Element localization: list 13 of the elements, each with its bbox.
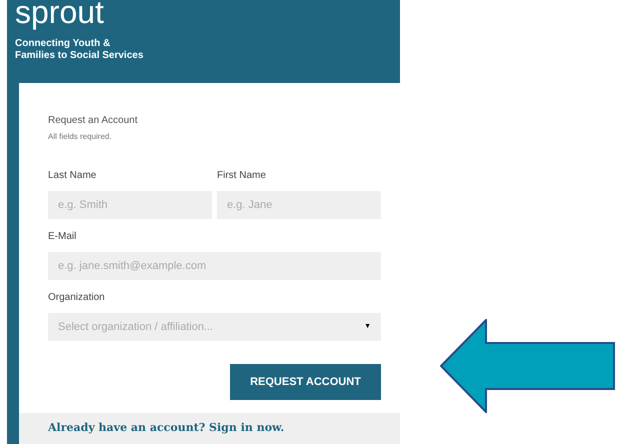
form-note: All fields required. <box>48 131 112 143</box>
field-label: E-Mail <box>48 230 76 244</box>
email-field[interactable]: e.g. jane.smith@example.com <box>48 252 381 280</box>
arrow-icon <box>440 319 616 413</box>
request-account-button[interactable]: REQUEST ACCOUNT <box>230 364 381 400</box>
field-label: Last Name <box>48 169 96 183</box>
logo: sprout <box>15 0 104 28</box>
input-field[interactable]: e.g. Jane <box>217 191 381 219</box>
tagline: Connecting Youth & Families to Social Services <box>15 38 144 62</box>
form-title: Request an Account <box>48 114 138 128</box>
input-field[interactable]: e.g. Smith <box>48 191 212 219</box>
field-label: First Name <box>217 169 266 183</box>
field-label: Organization <box>48 291 105 305</box>
